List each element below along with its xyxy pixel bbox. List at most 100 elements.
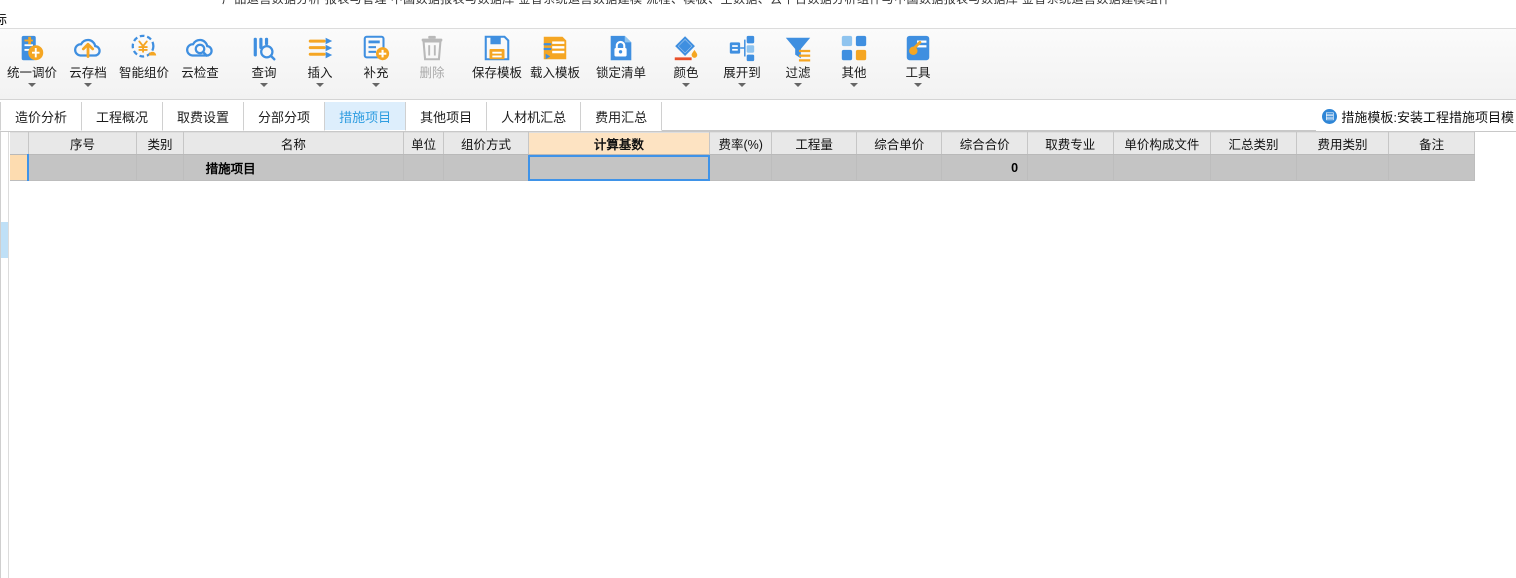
chevron-down-icon[interactable] [260,83,268,87]
measure-template-badge[interactable]: ▤ 措施模板:安装工程措施项目模 [1316,102,1516,131]
cell-unit[interactable] [403,154,445,181]
toolbar-button-filter[interactable]: 过滤 [770,29,826,99]
column-header-name[interactable]: 名称 [183,132,405,155]
cell-price-file[interactable] [1113,154,1212,181]
column-header-rate[interactable]: 费率(%) [709,132,773,155]
toolbar-button-smart-pricing[interactable]: 智能组价 [116,29,172,99]
grid-squares-icon [841,35,867,61]
tab-label: 措施项目 [339,109,392,125]
cell-unit-cost[interactable] [856,154,943,181]
column-header-remark[interactable]: 备注 [1388,132,1475,155]
chevron-down-icon[interactable] [372,83,380,87]
column-header-unit[interactable]: 单位 [403,132,445,155]
toolbar-button-insert[interactable]: 插入 [292,29,348,99]
tab-measure-items[interactable]: 措施项目 [325,102,407,131]
paint-bucket-icon [674,36,698,61]
cell-category[interactable] [136,154,184,181]
cell-method[interactable] [443,154,529,181]
row-selector-cell[interactable] [10,154,30,181]
chevron-down-icon[interactable] [794,83,802,87]
chevron-down-icon[interactable] [682,83,690,87]
chevron-down-icon[interactable] [316,83,324,87]
chevron-down-icon[interactable] [738,83,746,87]
left-rail [1,132,9,578]
toolbar-button-expand-to[interactable]: 展开到 [714,29,770,99]
toolbar-button-save-template[interactable]: 保存模板 [468,29,526,99]
cell-quantity[interactable] [771,154,857,181]
cell-fee-major[interactable] [1027,154,1114,181]
sidebar-collapse-handle[interactable] [1,222,8,258]
main-toolbar: 统一调价 云存档 智能组价 云检查 查询 插入 补充 删除 保存模板 载入模板 … [0,28,1516,100]
measure-template-label: 措施模板:安装工程措施项目模 [1341,110,1514,125]
column-header-unit-cost[interactable]: 综合单价 [856,132,943,155]
tab-label: 分部分项 [258,109,311,125]
toolbar-button-query[interactable]: 查询 [236,29,292,99]
tab-label: 工程概况 [96,109,149,125]
toolbar-button-tools[interactable]: 工具 [890,29,946,99]
column-header-total-cost[interactable]: 综合合价 [941,132,1029,155]
chevron-down-icon[interactable] [850,83,858,87]
search-icon [253,37,276,61]
toolbar-label: 其他 [841,66,867,80]
tools-icon [906,35,930,61]
tab-fee-summary[interactable]: 费用汇总 [581,102,663,131]
smart-price-icon [131,34,157,58]
cell-seq[interactable] [28,154,138,181]
chevron-down-icon[interactable] [84,83,92,87]
toolbar-label: 载入模板 [529,66,580,80]
chevron-down-icon[interactable] [914,83,922,87]
table-row[interactable]: 措施项目 0 [10,154,1475,181]
tab-subdivision-items[interactable]: 分部分项 [244,102,326,131]
column-header-fee-type[interactable]: 费用类别 [1296,132,1390,155]
toolbar-label: 保存模板 [471,66,522,80]
cell-fee-type[interactable] [1296,154,1390,181]
toolbar-label: 智能组价 [118,66,169,80]
tab-project-overview[interactable]: 工程概况 [82,102,164,131]
toolbar-button-supplement[interactable]: 补充 [348,29,404,99]
toolbar-button-unified-price[interactable]: 统一调价 [4,29,60,99]
toolbar-button-cloud-archive[interactable]: 云存档 [60,29,116,99]
toolbar-label: 删除 [419,66,445,80]
column-header-fee-major[interactable]: 取费专业 [1027,132,1114,155]
column-header-quantity[interactable]: 工程量 [771,132,857,155]
toolbar-button-other[interactable]: 其他 [826,29,882,99]
price-adjust-icon [21,35,44,61]
toolbar-label: 过滤 [785,66,811,80]
cell-summary-type[interactable] [1210,154,1297,181]
grid-corner-cell [10,132,29,155]
column-header-summary-type[interactable]: 汇总类别 [1210,132,1297,155]
column-header-calc-base[interactable]: 计算基数 [528,132,711,155]
clipped-top-text: 产品运营数据分析 报表与管理 中国数据报表与数据库 金普系统运营数据建模 流程、… [222,0,1171,7]
column-header-seq[interactable]: 序号 [28,132,138,155]
tab-cost-analysis[interactable]: 造价分析 [0,102,83,131]
chevron-down-icon[interactable] [28,83,36,87]
tab-resource-summary[interactable]: 人材机汇总 [487,102,582,131]
application-window: 产品运营数据分析 报表与管理 中国数据报表与数据库 金普系统运营数据建模 流程、… [0,0,1516,578]
toolbar-button-lock-list[interactable]: 锁定清单 [592,29,650,99]
cloud-upload-icon [74,38,101,58]
cell-remark[interactable] [1388,154,1475,181]
toolbar-button-cloud-check[interactable]: 云检查 [172,29,228,99]
lock-icon [610,35,632,61]
tab-other-items[interactable]: 其他项目 [406,102,488,131]
tab-fee-settings[interactable]: 取费设置 [163,102,245,131]
template-icon: ▤ [1322,109,1338,124]
column-header-price-file[interactable]: 单价构成文件 [1113,132,1212,155]
toolbar-label: 云存档 [69,66,107,80]
toolbar-button-load-template[interactable]: 载入模板 [526,29,584,99]
grid-empty-body [10,181,1475,578]
trash-icon [421,35,443,61]
expand-tree-icon [729,35,755,62]
toolbar-label: 查询 [251,66,277,80]
cell-calc-base[interactable] [528,154,711,181]
cell-name[interactable]: 措施项目 [183,154,405,181]
filter-icon [785,37,811,62]
cloud-search-icon [186,38,213,57]
toolbar-button-color[interactable]: 颜色 [658,29,714,99]
column-header-method[interactable]: 组价方式 [443,132,529,155]
tab-label: 造价分析 [15,109,68,125]
column-header-category[interactable]: 类别 [136,132,184,155]
tab-label: 人材机汇总 [501,109,567,125]
cell-rate[interactable] [709,154,773,181]
cell-total-cost[interactable]: 0 [941,154,1029,181]
